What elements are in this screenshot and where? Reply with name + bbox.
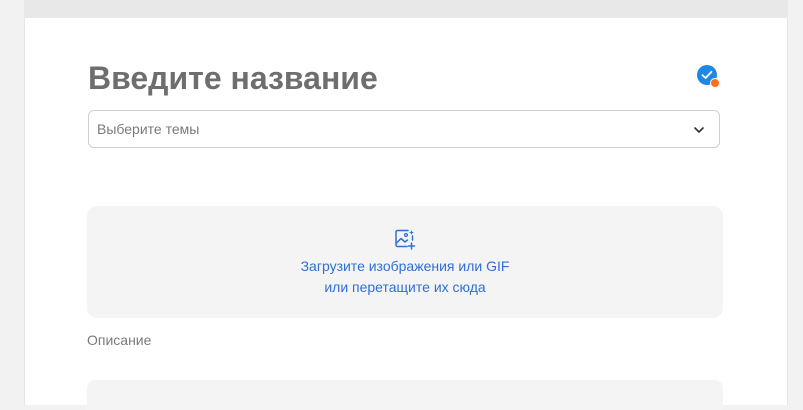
add-image-icon: [395, 229, 416, 250]
status-indicator[interactable]: [697, 65, 720, 88]
media-upload-dropzone[interactable]: Загрузите изображения или GIF или перета…: [87, 206, 723, 318]
upload-hint-line1: Загрузите изображения или GIF: [300, 258, 510, 274]
topics-select[interactable]: Выберите темы: [88, 110, 720, 148]
top-bar: [24, 0, 788, 18]
description-label: Описание: [87, 332, 152, 348]
chevron-down-icon: [694, 127, 704, 133]
editor-panel: Введите название Выберите темы Загрузите…: [24, 18, 788, 410]
description-textarea[interactable]: [87, 380, 723, 410]
notification-dot: [710, 78, 720, 88]
topics-select-placeholder: Выберите темы: [97, 121, 200, 137]
post-title-input[interactable]: Введите название: [88, 58, 378, 98]
upload-hint-line2: или перетащите их сюда: [324, 279, 486, 295]
